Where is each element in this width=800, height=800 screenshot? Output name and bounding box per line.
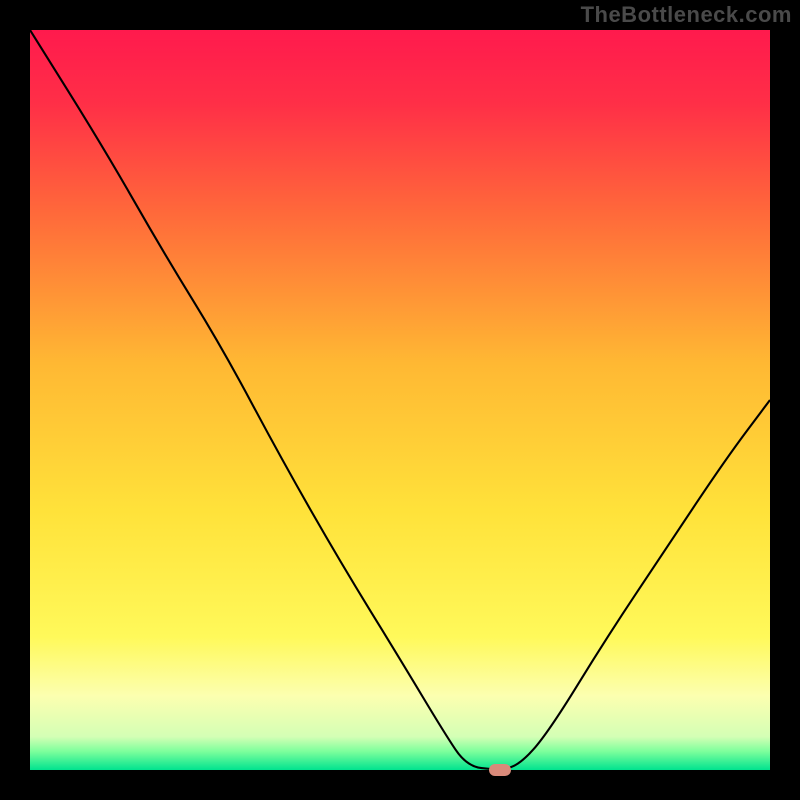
watermark-text: TheBottleneck.com	[581, 2, 792, 28]
chart-outer-frame: TheBottleneck.com	[0, 0, 800, 800]
chart-svg	[30, 30, 770, 770]
sweet-spot-marker	[489, 764, 511, 776]
plot-area	[30, 30, 770, 770]
